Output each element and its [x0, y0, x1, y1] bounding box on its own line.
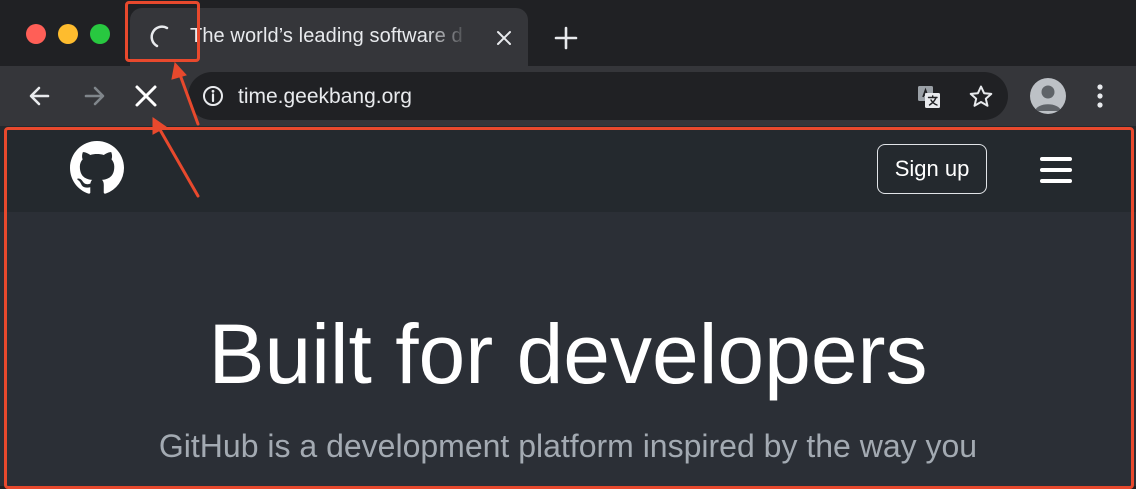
- tab-close-icon[interactable]: [492, 26, 516, 50]
- window-close-button[interactable]: [26, 24, 46, 44]
- annotation-box-page-area: [4, 127, 1134, 489]
- bookmark-star-icon[interactable]: [968, 84, 994, 110]
- stop-loading-icon[interactable]: [133, 83, 159, 109]
- profile-avatar-icon[interactable]: [1030, 78, 1066, 114]
- forward-arrow-icon[interactable]: [80, 82, 108, 110]
- address-bar[interactable]: time.geekbang.org: [188, 72, 1008, 120]
- site-info-icon[interactable]: [202, 85, 224, 107]
- translate-icon[interactable]: [916, 84, 942, 110]
- browser-toolbar: time.geekbang.org: [0, 66, 1136, 126]
- url-text[interactable]: time.geekbang.org: [238, 85, 412, 109]
- browser-menu-icon[interactable]: [1090, 82, 1110, 110]
- new-tab-icon[interactable]: [552, 24, 580, 52]
- tab-title: The world’s leading software d: [190, 25, 463, 47]
- annotation-box-tab-spinner: [125, 1, 200, 62]
- back-arrow-icon[interactable]: [26, 82, 54, 110]
- window-maximize-button[interactable]: [90, 24, 110, 44]
- window-minimize-button[interactable]: [58, 24, 78, 44]
